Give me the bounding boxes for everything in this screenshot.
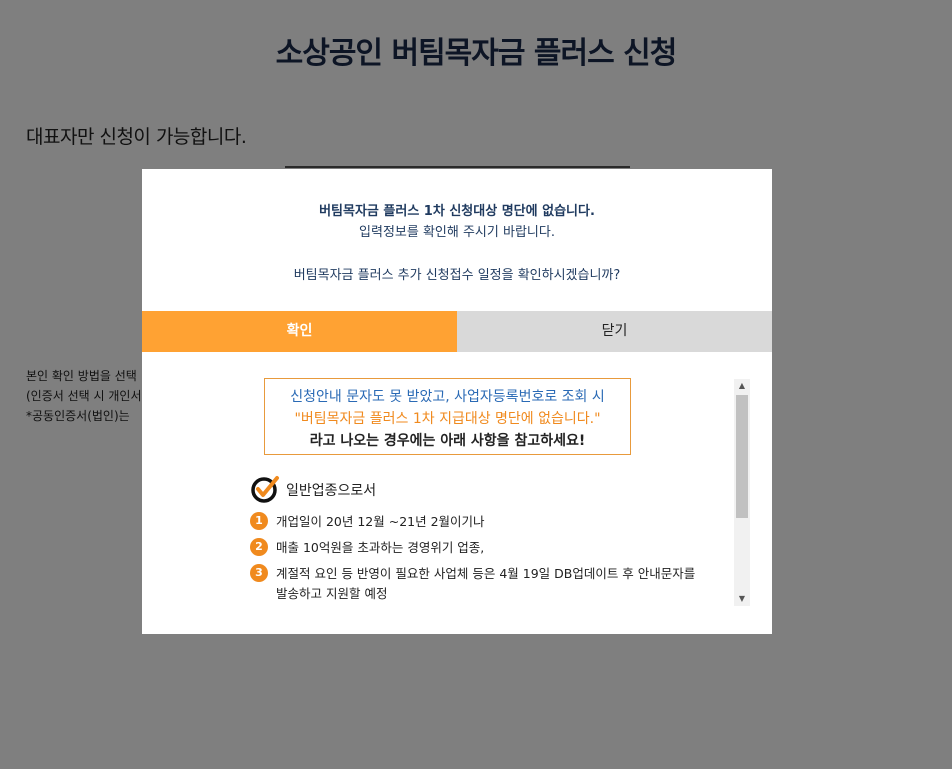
number-badge: 2: [250, 538, 268, 556]
close-button[interactable]: 닫기: [457, 311, 772, 352]
list-item-text: 개업일이 20년 12월 ~21년 2월이기나: [276, 514, 485, 529]
number-badge: 1: [250, 512, 268, 530]
notice-box-line: "버팀목자금 플러스 1차 지급대상 명단에 없습니다.": [294, 411, 601, 427]
scroll-down-arrow-icon[interactable]: ▼: [734, 592, 750, 606]
confirm-button[interactable]: 확인: [142, 311, 457, 352]
notice-scrollbar[interactable]: ▲ ▼: [734, 379, 750, 606]
alert-modal: 버팀목자금 플러스 1차 신청대상 명단에 없습니다. 입력정보를 확인해 주시…: [142, 169, 772, 634]
list-item-text: 계절적 요인 등 반영이 필요한 사업체 등은 4월 19일 DB업데이트 후 …: [276, 566, 696, 601]
scrollbar-thumb[interactable]: [736, 395, 748, 518]
list-item-text: 매출 10억원을 초과하는 경영위기 업종,: [276, 540, 485, 555]
notice-box-line: 라고 나오는 경우에는 아래 사항을 참고하세요!: [309, 433, 586, 449]
number-badge: 3: [250, 564, 268, 582]
modal-question: 버팀목자금 플러스 추가 신청접수 일정을 확인하시겠습니까?: [293, 268, 621, 283]
notice-panel[interactable]: 신청안내 문자도 못 받았고, 사업자등록번호로 조회 시 "버팀목자금 플러스…: [142, 352, 772, 634]
check-circle-icon: [251, 476, 279, 503]
modal-message-secondary: 입력정보를 확인해 주시기 바랍니다.: [359, 225, 555, 240]
section-title: 일반업종으로서: [286, 483, 377, 499]
scroll-up-arrow-icon[interactable]: ▲: [734, 379, 750, 393]
notice-box-line: 신청안내 문자도 못 받았고, 사업자등록번호로 조회 시: [290, 389, 605, 405]
modal-message-primary: 버팀목자금 플러스 1차 신청대상 명단에 없습니다.: [319, 204, 595, 219]
notice-highlight-box: 신청안내 문자도 못 받았고, 사업자등록번호로 조회 시 "버팀목자금 플러스…: [264, 378, 631, 455]
